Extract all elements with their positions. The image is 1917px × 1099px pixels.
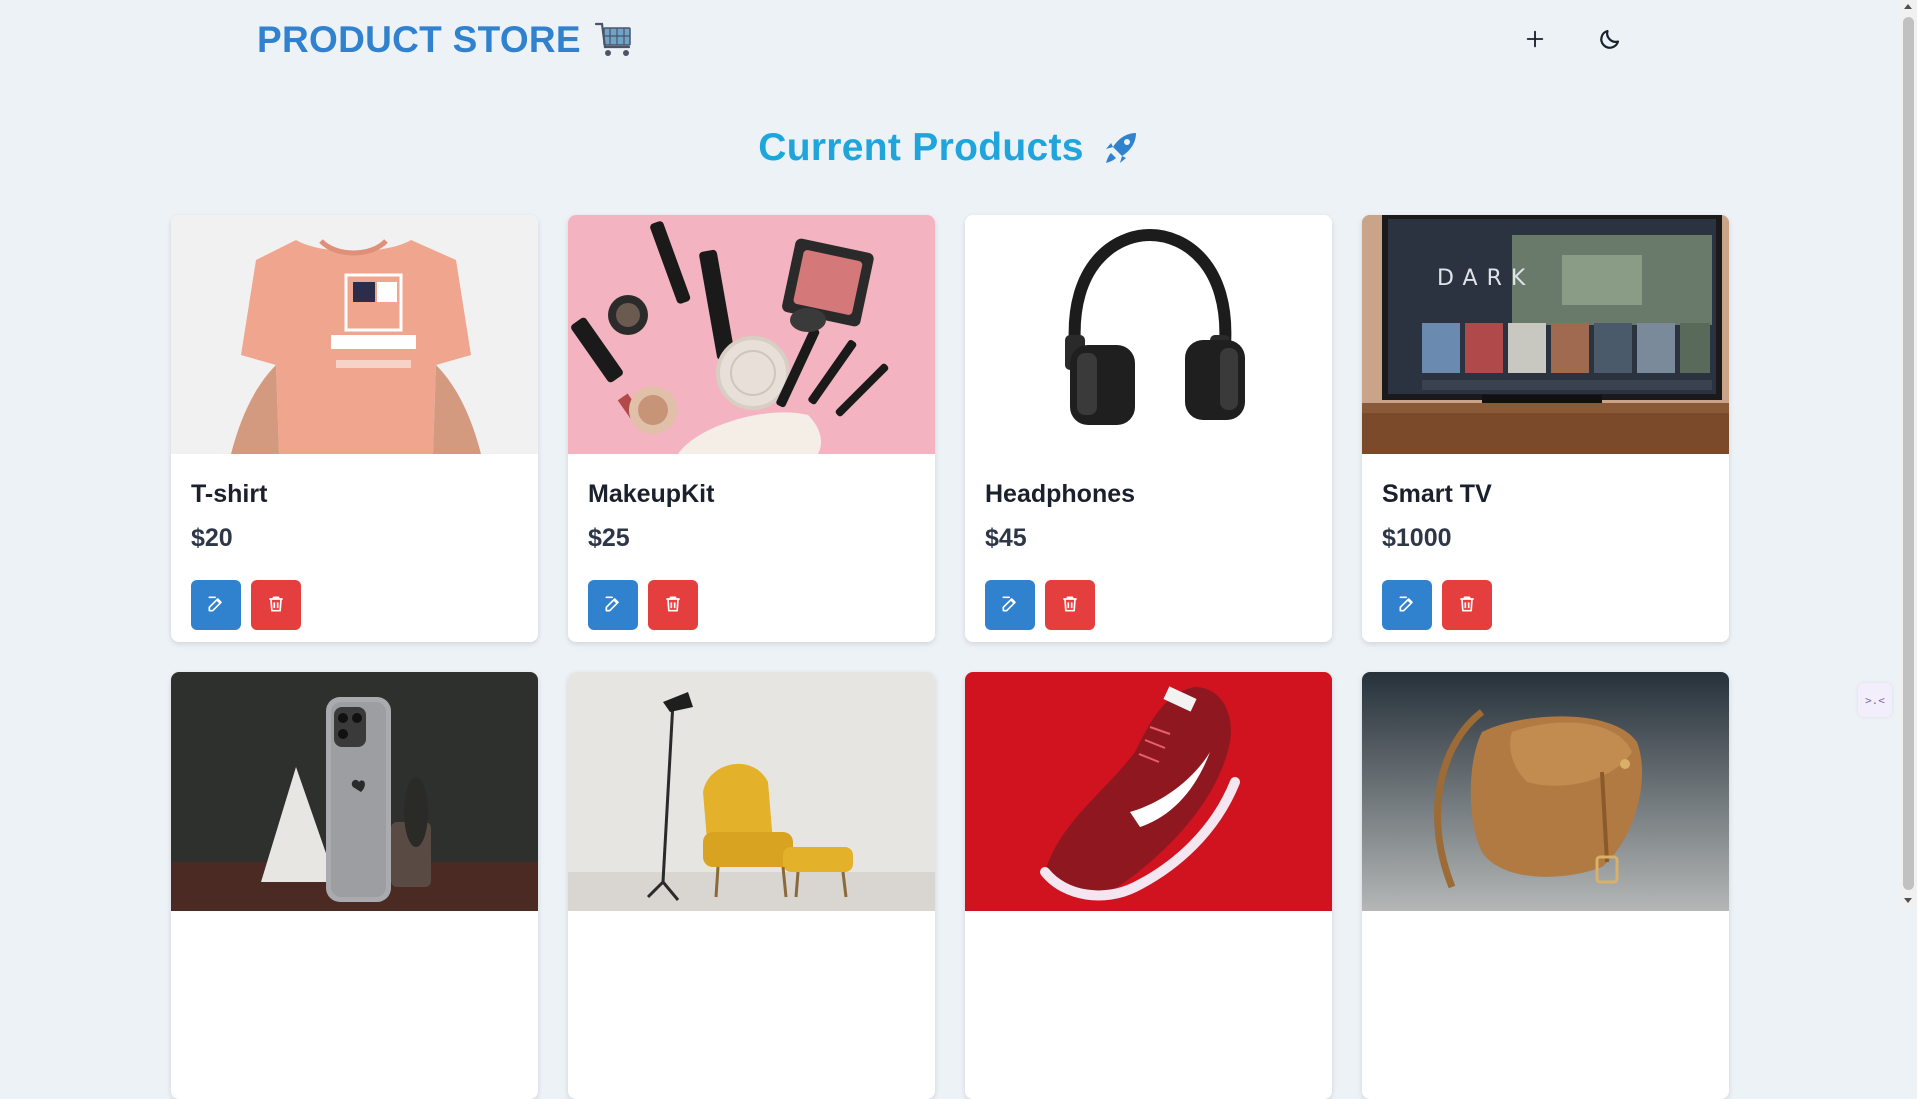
rocket-icon — [1100, 127, 1142, 169]
scroll-up-icon[interactable] — [1904, 4, 1912, 9]
product-name: MakeupKit — [588, 480, 715, 508]
makeup-kit-photo — [568, 215, 935, 454]
product-name: Headphones — [985, 480, 1136, 508]
edit-icon — [1000, 594, 1020, 617]
edit-product-button[interactable] — [588, 580, 638, 630]
edit-icon — [603, 594, 623, 617]
product-card — [1362, 672, 1729, 1099]
edit-product-button[interactable] — [985, 580, 1035, 630]
extension-widget[interactable]: >.< — [1858, 683, 1892, 717]
moon-icon — [1598, 27, 1622, 54]
product-price: $20 — [191, 524, 233, 552]
trash-icon — [663, 594, 683, 617]
delete-product-button[interactable] — [648, 580, 698, 630]
t-shirt-photo — [171, 215, 538, 454]
shopping-cart-icon — [594, 21, 635, 59]
product-card: T-shirt $20 — [171, 215, 538, 642]
edit-product-button[interactable] — [191, 580, 241, 630]
plus-icon — [1524, 28, 1546, 53]
product-price: $1000 — [1382, 524, 1452, 552]
product-card: DARK Smart TV $1000 — [1362, 215, 1729, 642]
svg-text:DARK: DARK — [1437, 266, 1534, 291]
trash-icon — [1457, 594, 1477, 617]
scroll-down-icon[interactable] — [1904, 898, 1912, 903]
product-card — [965, 672, 1332, 1099]
headphones-photo — [965, 215, 1332, 454]
armchair-photo — [568, 672, 935, 911]
sneaker-photo — [965, 672, 1332, 911]
theme-toggle-button[interactable] — [1586, 18, 1634, 62]
smart-tv-photo: DARK — [1362, 215, 1729, 454]
page-title: Current Products — [758, 126, 1084, 169]
product-price: $25 — [588, 524, 630, 552]
edit-icon — [1397, 594, 1417, 617]
smartphone-photo — [171, 672, 538, 911]
delete-product-button[interactable] — [1045, 580, 1095, 630]
trash-icon — [266, 594, 286, 617]
delete-product-button[interactable] — [251, 580, 301, 630]
product-grid: T-shirt $20 MakeupKit $25 Headphones $45… — [171, 215, 1731, 1099]
product-price: $45 — [985, 524, 1027, 552]
brand-link[interactable]: PRODUCT STORE — [257, 16, 635, 64]
trash-icon — [1060, 594, 1080, 617]
product-card — [568, 672, 935, 1099]
edit-icon — [206, 594, 226, 617]
brand-title: PRODUCT STORE — [257, 19, 581, 60]
product-card: MakeupKit $25 — [568, 215, 935, 642]
navbar: PRODUCT STORE — [0, 0, 1900, 80]
product-card: Headphones $45 — [965, 215, 1332, 642]
leather-bag-photo — [1362, 672, 1729, 911]
create-product-button[interactable] — [1511, 18, 1559, 62]
edit-product-button[interactable] — [1382, 580, 1432, 630]
product-name: T-shirt — [191, 480, 268, 508]
scrollbar[interactable] — [1900, 0, 1917, 907]
product-card — [171, 672, 538, 1099]
delete-product-button[interactable] — [1442, 580, 1492, 630]
section-header: Current Products — [0, 118, 1900, 178]
product-name: Smart TV — [1382, 480, 1492, 508]
scrollbar-thumb[interactable] — [1903, 17, 1914, 890]
